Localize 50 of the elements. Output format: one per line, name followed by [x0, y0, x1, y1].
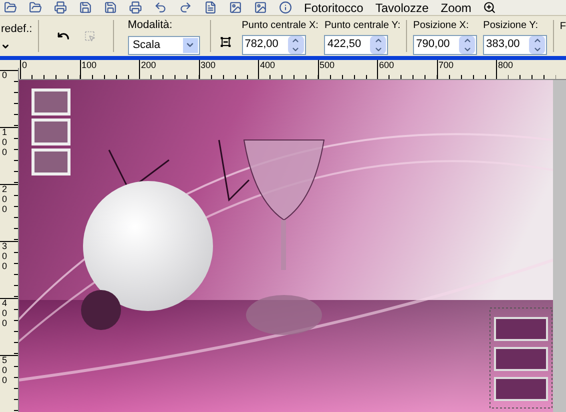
- ruler-label: 100: [2, 128, 8, 158]
- image-icon[interactable]: [229, 1, 242, 14]
- ruler-label: 400: [260, 60, 276, 70]
- ruler-label: 0: [22, 60, 28, 70]
- field-label: Punto centrale Y:: [324, 18, 400, 32]
- ruler-label: 100: [82, 60, 98, 70]
- ruler-label: 600: [379, 60, 396, 70]
- ruler-label: 700: [438, 60, 455, 70]
- spinner-buttons[interactable]: [370, 36, 386, 54]
- spinner-buttons[interactable]: [529, 36, 546, 54]
- field-label: Posizione X:: [413, 18, 470, 32]
- printer-icon[interactable]: [54, 1, 67, 14]
- bounding-box-icon[interactable]: [220, 34, 232, 50]
- document-icon[interactable]: [204, 1, 217, 14]
- ruler-label: 300: [200, 60, 217, 70]
- dropdown-button[interactable]: [182, 38, 198, 53]
- number-field[interactable]: 782,00: [242, 34, 306, 54]
- ruler-label: 500: [2, 356, 8, 386]
- ruler-label: 300: [2, 242, 8, 272]
- menu-item[interactable]: Tavolozze: [375, 0, 429, 14]
- save-icon[interactable]: [79, 1, 92, 14]
- folder-icon[interactable]: [4, 1, 17, 14]
- ruler-label: 800: [498, 60, 514, 70]
- number-field[interactable]: 422,50: [324, 34, 388, 54]
- dropdown-caret-icon[interactable]: [1, 42, 10, 51]
- spinner-buttons[interactable]: [288, 36, 304, 54]
- number-field[interactable]: 383,00: [483, 34, 548, 54]
- ruler-label: 500: [320, 60, 336, 70]
- folder-icon[interactable]: [29, 1, 42, 14]
- preset-label: redef.:: [1, 22, 32, 38]
- ruler-label: 200: [141, 60, 158, 70]
- image-icon[interactable]: [254, 1, 267, 14]
- zoom-icon[interactable]: [483, 1, 496, 14]
- mode-label: Modalità:: [128, 18, 174, 34]
- spinner-buttons[interactable]: [459, 36, 476, 54]
- info-icon[interactable]: [279, 1, 292, 14]
- number-field[interactable]: 790,00: [413, 34, 478, 54]
- ruler-label: 0: [2, 71, 8, 81]
- ruler-label: 400: [2, 299, 8, 329]
- ruler-label: 200: [2, 185, 8, 215]
- printer-icon[interactable]: [129, 1, 142, 14]
- save-icon[interactable]: [104, 1, 117, 14]
- mode-select[interactable]: Scala: [128, 36, 200, 55]
- undo-icon[interactable]: [154, 1, 167, 14]
- menu-item[interactable]: Zoom: [440, 0, 472, 14]
- redo-icon[interactable]: [179, 1, 192, 14]
- menu-item[interactable]: Fotoritocco: [304, 0, 364, 14]
- field-label: Posizione Y:: [483, 18, 540, 32]
- field-label: F: [560, 20, 566, 34]
- field-label: Punto centrale X:: [242, 18, 318, 32]
